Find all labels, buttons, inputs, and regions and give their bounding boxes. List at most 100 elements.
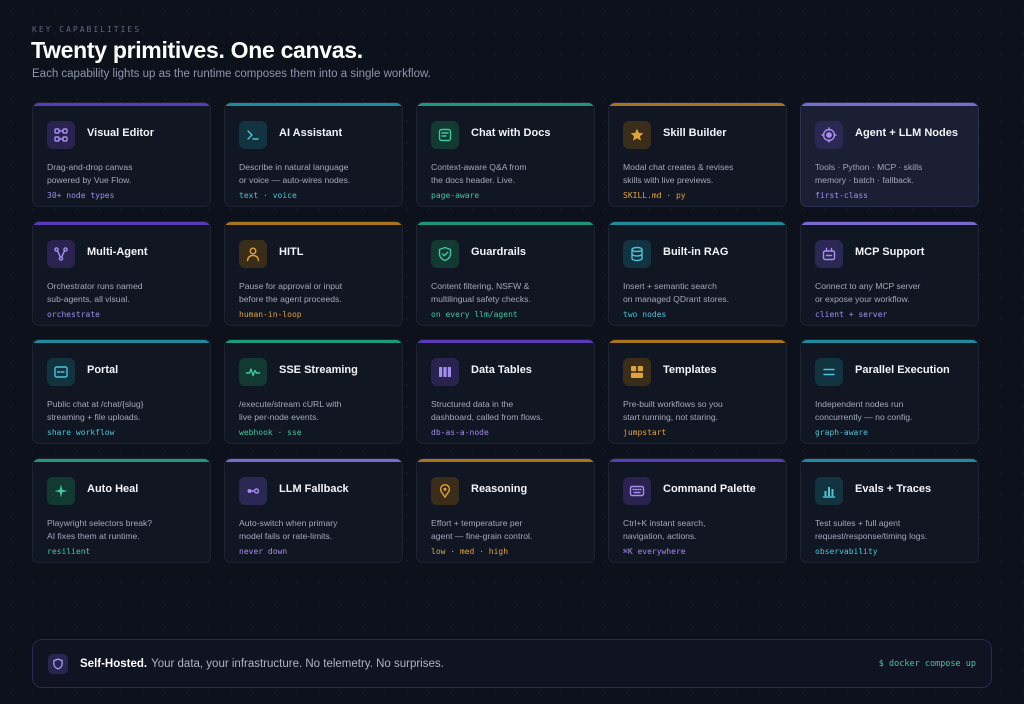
- card-description: Content filtering, NSFW & multilingual sa…: [431, 280, 584, 306]
- terminal-icon: [239, 121, 267, 149]
- banner-text: Your data, your infrastructure. No telem…: [151, 657, 444, 670]
- capability-card-data-tables[interactable]: Data Tables Structured data in the dashboa…: [416, 339, 595, 444]
- card-description-line: Independent nodes run: [815, 399, 904, 409]
- card-description-line: Effort + temperature per: [431, 517, 523, 528]
- window-icon: [47, 358, 75, 386]
- card-tag: resilient: [47, 546, 91, 556]
- card-accent-bar: [609, 340, 786, 343]
- card-description: Pre-built workflows so you start running,…: [623, 398, 776, 424]
- card-description-line: Test suites + full agent: [815, 517, 901, 528]
- card-description: Independent nodes run concurrently — no c…: [815, 398, 968, 424]
- docker-command[interactable]: $ docker compose up: [879, 659, 976, 669]
- capability-card-templates[interactable]: Templates Pre-built workflows so you start…: [608, 339, 787, 444]
- capability-card-agent-llm-nodes[interactable]: Agent + LLM Nodes Tools · Python · MCP · …: [800, 102, 979, 207]
- card-description: Insert + semantic search on managed QDran…: [623, 280, 776, 306]
- card-description: Auto-switch when primary model fails or r…: [239, 517, 392, 543]
- capability-card-visual-editor[interactable]: Visual Editor Drag-and-drop canvas powered…: [32, 102, 211, 207]
- card-description: Effort + temperature per agent — fine-gra…: [431, 517, 584, 543]
- capability-card-parallel-execution[interactable]: Parallel Execution Independent nodes run c…: [800, 339, 979, 444]
- card-description-line: Tools · Python · MCP · skills: [815, 162, 923, 172]
- grid-icon: [623, 358, 651, 386]
- bulb-icon: [431, 476, 459, 505]
- capability-card-multi-agent[interactable]: Multi-Agent Orchestrator runs named sub-ag…: [32, 220, 211, 326]
- capability-card-reasoning[interactable]: Reasoning Effort + temperature per agent —…: [416, 457, 595, 563]
- capability-card-chat-with-docs[interactable]: Chat with Docs Context-aware Q&A from the …: [416, 102, 595, 207]
- card-tag: graph-aware: [815, 428, 868, 437]
- star-icon: [623, 121, 651, 149]
- card-accent-bar: [801, 221, 978, 225]
- capability-card-evals-traces[interactable]: Evals + Traces Test suites + full agent re…: [800, 457, 979, 563]
- capability-card-skill-builder[interactable]: Skill Builder Modal chat creates & revise…: [608, 102, 787, 207]
- card-description-line: before the agent proceeds.: [239, 293, 342, 304]
- card-description: Playwright selectors break? AI fixes them…: [47, 517, 200, 543]
- card-accent-bar: [417, 458, 594, 462]
- card-tag: text · voice: [239, 191, 297, 200]
- card-title: Reasoning: [471, 482, 528, 495]
- card-description-line: Describe in natural language: [239, 162, 349, 172]
- card-accent-bar: [225, 103, 402, 106]
- card-description-line: Pre-built workflows so you: [623, 399, 723, 409]
- parallel-icon: [815, 358, 843, 386]
- card-description-line: the docs header. Live.: [431, 175, 516, 185]
- card-tag: low · med · high: [431, 546, 509, 556]
- sparkle-icon: [47, 476, 75, 505]
- card-tag: ⌘K everywhere: [623, 546, 686, 556]
- card-title: AI Assistant: [279, 127, 343, 139]
- card-accent-bar: [609, 103, 786, 106]
- card-description-line: streaming + file uploads.: [47, 412, 141, 422]
- card-tag: db-as-a-node: [431, 428, 489, 437]
- plug-icon: [815, 239, 843, 268]
- card-description: Connect to any MCP server or expose your …: [815, 280, 968, 306]
- capability-card-guardrails[interactable]: Guardrails Content filtering, NSFW & multi…: [416, 220, 595, 326]
- capability-card-command-palette[interactable]: Command Palette Ctrl+K instant search, nav…: [608, 457, 787, 563]
- card-tag: 30+ node types: [47, 191, 115, 200]
- branch-icon: [47, 239, 75, 268]
- capability-card-portal[interactable]: Portal Public chat at /chat/{slug} streami…: [32, 339, 211, 444]
- card-accent-bar: [225, 221, 402, 225]
- capability-card-sse-streaming[interactable]: SSE Streaming/execute/stream cURL with li…: [224, 339, 403, 444]
- card-description-line: Content filtering, NSFW &: [431, 280, 530, 291]
- card-title: Built-in RAG: [663, 245, 729, 258]
- card-tag: jumpstart: [623, 428, 667, 437]
- switch-icon: [239, 476, 267, 505]
- card-tag: on every llm/agent: [431, 309, 518, 319]
- capability-card-auto-heal[interactable]: Auto Heal Playwright selectors break? AI f…: [32, 457, 211, 563]
- card-title: Portal: [87, 364, 119, 376]
- card-description-line: Ctrl+K instant search,: [623, 517, 706, 528]
- capability-card-hitl[interactable]: HITL Pause for approval or input before th…: [224, 220, 403, 326]
- card-description: Modal chat creates & revises skills with …: [623, 161, 776, 187]
- card-description-line: skills with live previews.: [623, 175, 714, 185]
- card-title: Auto Heal: [87, 482, 139, 495]
- card-description-line: Insert + semantic search: [623, 280, 717, 291]
- card-accent-bar: [33, 458, 210, 462]
- card-title: Skill Builder: [663, 127, 727, 139]
- card-description-line: concurrently — no config.: [815, 412, 913, 422]
- card-description-line: Structured data in the: [431, 399, 514, 409]
- capability-card-llm-fallback[interactable]: LLM Fallback Auto-switch when primary mode…: [224, 457, 403, 563]
- card-description-line: model fails or rate-limits.: [239, 530, 333, 541]
- card-accent-bar: [417, 340, 594, 343]
- card-description-line: Pause for approval or input: [239, 280, 343, 291]
- page-subtitle: Each capability lights up as the runtime…: [32, 68, 431, 80]
- card-description: Public chat at /chat/{slug} streaming + f…: [47, 398, 200, 424]
- card-tag: two nodes: [623, 309, 667, 319]
- card-description-line: Drag-and-drop canvas: [47, 162, 133, 172]
- card-description-line: start running, not staring.: [623, 412, 719, 422]
- card-accent-bar: [33, 340, 210, 343]
- card-title: Evals + Traces: [855, 482, 932, 495]
- card-accent-bar: [801, 458, 978, 462]
- card-title: Parallel Execution: [855, 364, 950, 376]
- card-accent-bar: [33, 103, 210, 106]
- capability-card-ai-assistant[interactable]: AI Assistant Describe in natural language…: [224, 102, 403, 207]
- card-title: Visual Editor: [87, 127, 155, 139]
- card-description: Ctrl+K instant search, navigation, action…: [623, 517, 776, 543]
- card-title: LLM Fallback: [279, 482, 349, 495]
- capability-card-mcp-support[interactable]: MCP Support Connect to any MCP server or e…: [800, 220, 979, 326]
- card-description-line: or expose your workflow.: [815, 293, 910, 304]
- card-description-line: multilingual safety checks.: [431, 293, 531, 304]
- capability-card-built-in-rag[interactable]: Built-in RAG Insert + semantic search on m…: [608, 220, 787, 326]
- card-description-line: request/response/timing logs.: [815, 530, 928, 541]
- card-description-line: agent — fine-grain control.: [431, 530, 533, 541]
- doc-chat-icon: [431, 121, 459, 149]
- card-accent-bar: [609, 458, 786, 462]
